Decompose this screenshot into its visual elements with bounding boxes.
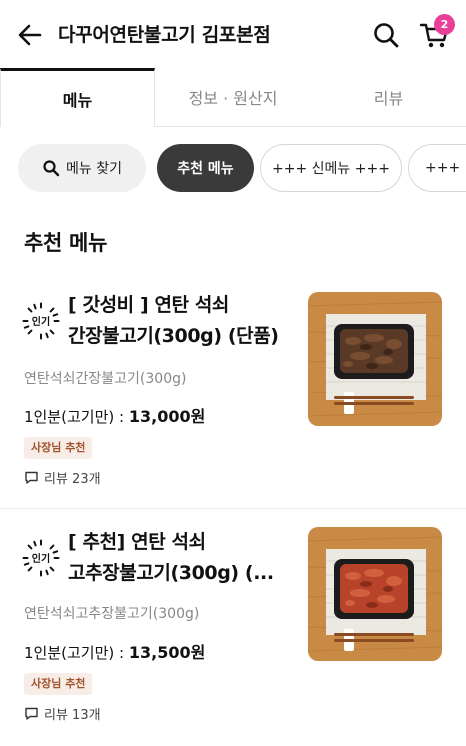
menu-item-price-line: 1인분(고기만) : 13,000원: [24, 403, 205, 427]
chip-next-category[interactable]: +++ 1: [408, 144, 466, 192]
owner-recommend-badge: 사장님 추천: [24, 673, 93, 695]
menu-item[interactable]: 인기 [ 갓성비 ] 연탄 석쇠 간장불고기(300g) (단품) 연탄석쇠간장…: [0, 270, 466, 508]
menu-item-name: [ 갓성비 ] 연탄 석쇠 간장불고기(300g) (단품): [68, 290, 298, 352]
cart-count-badge: 2: [434, 14, 455, 35]
menu-search-label: 메뉴 찾기: [66, 161, 122, 177]
app-header: 다꾸어연탄불고기 김포본점 2: [0, 0, 466, 68]
review-count: 리뷰 13개: [24, 704, 101, 723]
tab-bar: 메뉴 정보 · 원산지 리뷰: [0, 68, 466, 127]
menu-item-name-line2: 고추장불고기(300g) (...: [68, 562, 274, 584]
review-count: 리뷰 23개: [24, 468, 101, 487]
menu-item-price: 13,500원: [128, 643, 206, 662]
menu-item-price-line: 1인분(고기만) : 13,500원: [24, 639, 205, 663]
popular-badge: 인기: [22, 539, 60, 577]
search-icon[interactable]: [370, 19, 402, 51]
category-chips: 메뉴 찾기 추천 메뉴 +++ 신메뉴 +++ +++ 1: [18, 144, 466, 194]
menu-item-description: 연탄석쇠고추장불고기(300g): [24, 606, 200, 622]
chip-recommended[interactable]: 추천 메뉴: [157, 144, 254, 192]
menu-item-name-line2: 간장불고기(300g) (단품): [68, 325, 279, 347]
menu-item-name-line1: [ 추천] 연탄 석쇠: [68, 531, 206, 553]
back-arrow-icon[interactable]: [14, 19, 46, 51]
comment-icon: [25, 471, 38, 484]
owner-recommend-badge: 사장님 추천: [24, 437, 93, 459]
menu-item-name: [ 추천] 연탄 석쇠 고추장불고기(300g) (...: [68, 527, 298, 589]
tab-menu[interactable]: 메뉴: [0, 68, 155, 127]
menu-item-photo[interactable]: [308, 527, 442, 661]
popular-badge: 인기: [22, 302, 60, 340]
popular-badge-label: 인기: [31, 554, 51, 565]
menu-item-description: 연탄석쇠간장불고기(300g): [24, 371, 187, 387]
chip-new-menu[interactable]: +++ 신메뉴 +++: [260, 144, 402, 192]
page-title: 다꾸어연탄불고기 김포본점: [58, 24, 271, 46]
menu-item-photo[interactable]: [308, 292, 442, 426]
search-icon: [43, 160, 60, 177]
section-title: 추천 메뉴: [24, 231, 108, 255]
menu-item-name-line1: [ 갓성비 ] 연탄 석쇠: [68, 294, 229, 316]
menu-item[interactable]: 인기 [ 추천] 연탄 석쇠 고추장불고기(300g) (... 연탄석쇠고추장…: [0, 508, 466, 746]
menu-item-portion: 1인분(고기만) :: [24, 408, 129, 426]
review-count-label: 리뷰 13개: [44, 708, 101, 723]
comment-icon: [25, 707, 38, 720]
popular-badge-label: 인기: [31, 317, 51, 328]
review-count-label: 리뷰 23개: [44, 472, 101, 487]
tab-info-origin[interactable]: 정보 · 원산지: [155, 68, 311, 127]
menu-search-chip[interactable]: 메뉴 찾기: [18, 144, 146, 192]
tab-review[interactable]: 리뷰: [311, 68, 466, 127]
menu-item-portion: 1인분(고기만) :: [24, 644, 129, 662]
menu-item-price: 13,000원: [128, 407, 206, 426]
